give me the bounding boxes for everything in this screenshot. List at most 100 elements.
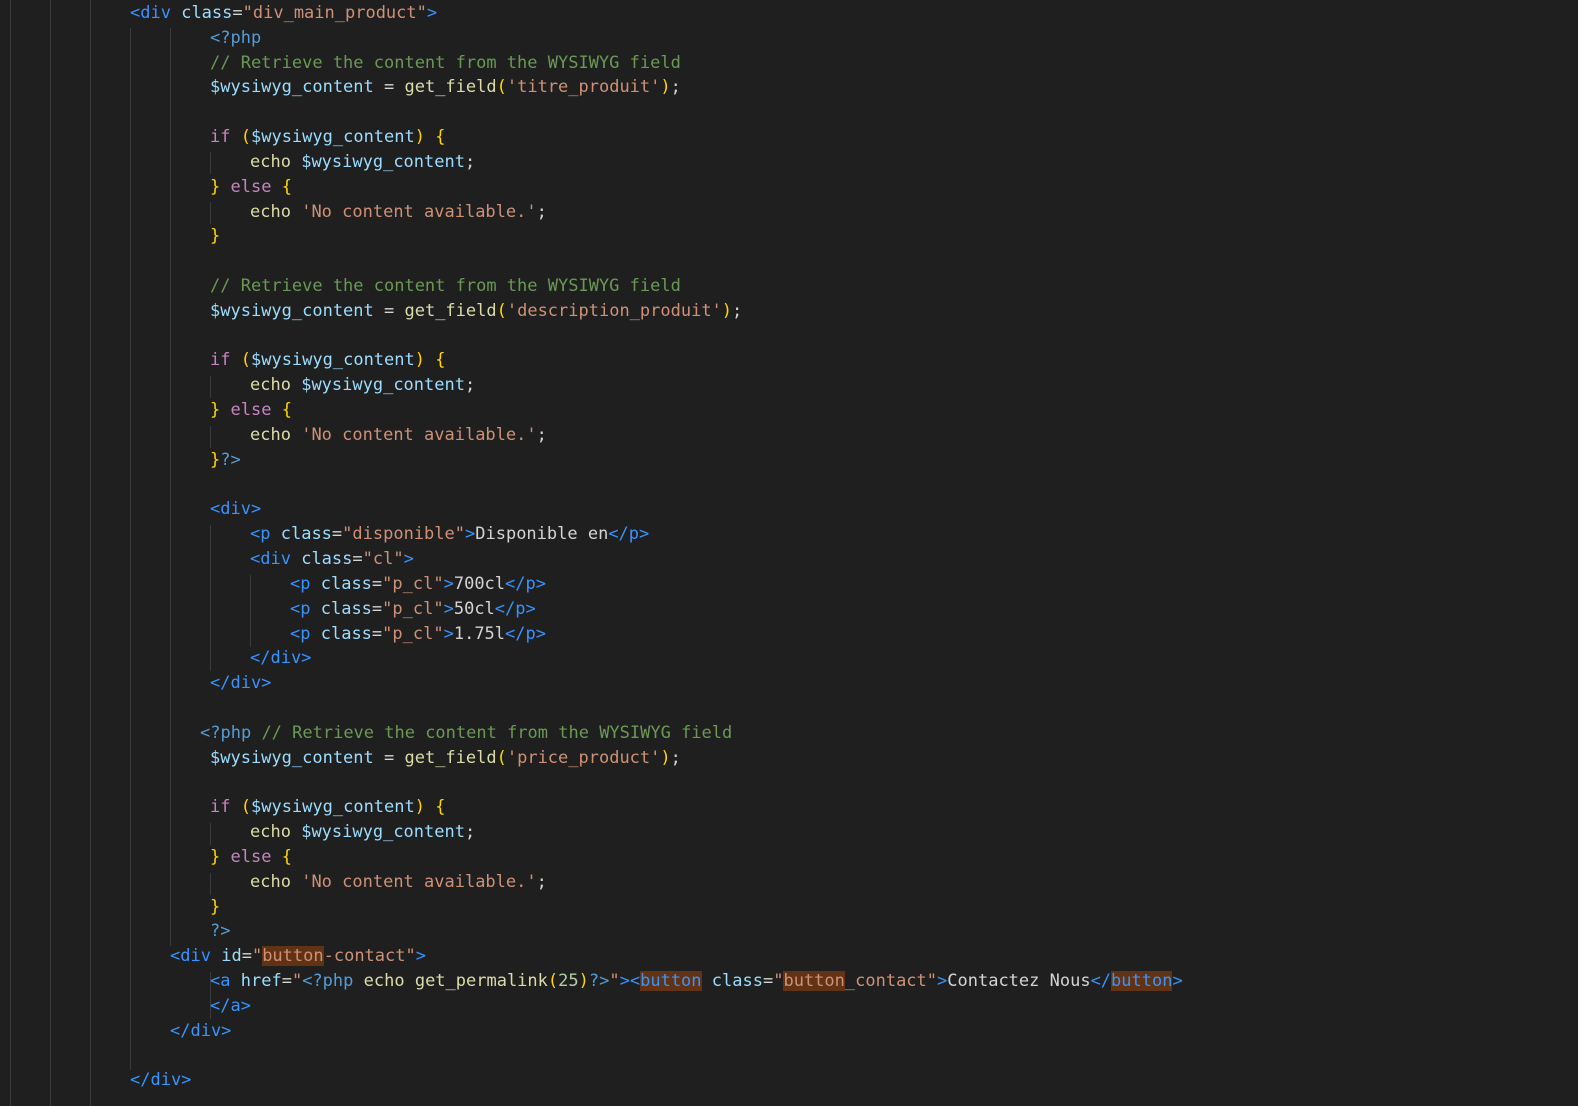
code-token: = [762, 970, 774, 991]
code-line[interactable]: <p class="disponible">Disponible en</p> [250, 522, 649, 547]
code-token: } [210, 896, 221, 917]
code-line[interactable]: echo 'No content available.'; [250, 423, 547, 448]
code-token: else [230, 846, 272, 867]
code-line[interactable]: ?> [210, 919, 230, 944]
code-line[interactable]: }?> [210, 448, 241, 473]
code-editor[interactable]: <div class="div_main_product"> <?php// Re… [0, 0, 1578, 1106]
code-line[interactable]: <div class="cl"> [250, 547, 414, 572]
code-token: <p [290, 623, 311, 644]
code-token: echo [250, 151, 291, 172]
code-token: button [640, 970, 702, 991]
code-token: = [352, 549, 363, 570]
code-line[interactable]: echo $wysiwyg_content; [250, 820, 475, 845]
code-line[interactable]: // Retrieve the content from the WYSIWYG… [210, 51, 681, 76]
code-token: class [320, 598, 372, 619]
code-line[interactable]: if ($wysiwyg_content) { [210, 795, 446, 820]
code-token: ?> [588, 970, 610, 991]
code-line[interactable]: // Retrieve the content from the WYSIWYG… [210, 274, 681, 299]
code-line[interactable]: echo $wysiwyg_content; [250, 373, 475, 398]
code-token: > [426, 3, 438, 23]
code-token: </div> [130, 1070, 192, 1091]
code-token: ; [536, 871, 547, 892]
code-token: href [240, 970, 282, 991]
code-token: 1.75l [453, 623, 506, 644]
code-token: get_field [404, 77, 497, 98]
indent-guide [210, 202, 211, 224]
code-line[interactable]: } else { [210, 175, 292, 200]
code-line[interactable]: <p class="p_cl">1.75l</p> [290, 622, 546, 647]
code-token: ( [496, 77, 507, 98]
code-token: get_permalink [414, 970, 548, 991]
code-token: = [373, 77, 405, 98]
code-line[interactable]: <?php [210, 26, 261, 51]
code-token: ( [240, 350, 251, 371]
code-token: ) [414, 350, 425, 371]
code-line[interactable]: <p class="p_cl">700cl</p> [290, 572, 546, 597]
code-token: id [221, 946, 242, 967]
code-token: ( [240, 127, 251, 148]
code-line[interactable]: } else { [210, 845, 292, 870]
code-line[interactable]: if ($wysiwyg_content) { [210, 348, 446, 373]
code-line[interactable]: </a> [210, 994, 251, 1019]
code-token: if [210, 350, 231, 371]
code-line[interactable]: $wysiwyg_content = get_field('price_prod… [210, 746, 681, 771]
code-line[interactable]: } [210, 224, 220, 249]
code-token: <div [130, 3, 171, 23]
code-token: <a [210, 970, 231, 991]
code-token: ) [414, 127, 425, 148]
code-token: </div> [210, 673, 272, 694]
code-token: Disponible en [475, 524, 609, 545]
code-token: echo [250, 375, 291, 396]
code-line[interactable]: echo 'No content available.'; [250, 200, 547, 225]
code-line[interactable]: } [210, 895, 220, 920]
code-token: get_field [404, 300, 497, 321]
code-line[interactable]: <div class="div_main_product"> [130, 1, 437, 26]
indent-guide [50, 0, 51, 1106]
code-line[interactable]: </div> [130, 1068, 191, 1093]
code-token: ; [536, 201, 547, 222]
indent-guide [210, 823, 211, 845]
code-line[interactable]: $wysiwyg_content = get_field('descriptio… [210, 299, 742, 324]
code-token: } [210, 176, 221, 197]
code-token: > [1172, 970, 1183, 991]
code-token: > [443, 598, 454, 619]
code-token: 'description_produit' [506, 300, 722, 321]
code-token: = [232, 3, 243, 23]
code-line[interactable]: <?php // Retrieve the content from the W… [200, 721, 732, 746]
code-token: > [403, 549, 414, 570]
code-line[interactable]: <a href="<?php echo get_permalink(25)?>"… [210, 969, 1183, 994]
code-token: echo [250, 201, 291, 222]
code-line[interactable]: <p class="p_cl">50cl</p> [290, 597, 536, 622]
code-token: ( [496, 300, 507, 321]
code-line[interactable]: if ($wysiwyg_content) { [210, 125, 446, 150]
code-line[interactable]: <div id="button-contact"> [170, 944, 426, 969]
code-line[interactable]: </div> [210, 671, 271, 696]
code-token: = [281, 970, 292, 991]
code-token: button [783, 970, 845, 991]
code-token: class [711, 970, 763, 991]
code-line[interactable]: } else { [210, 398, 292, 423]
code-line[interactable]: echo $wysiwyg_content; [250, 150, 475, 175]
code-token: = [331, 524, 343, 545]
code-token: = [371, 623, 383, 644]
code-line[interactable]: </div> [170, 1019, 231, 1044]
code-line[interactable]: $wysiwyg_content = get_field('titre_prod… [210, 75, 681, 100]
code-token: 'No content available.' [301, 871, 537, 892]
code-line[interactable]: echo 'No content available.'; [250, 870, 547, 895]
code-token: = [241, 946, 252, 967]
code-line[interactable]: <div> [210, 497, 261, 522]
code-token: 'price_product' [506, 747, 661, 768]
code-line[interactable]: </div> [250, 646, 311, 671]
